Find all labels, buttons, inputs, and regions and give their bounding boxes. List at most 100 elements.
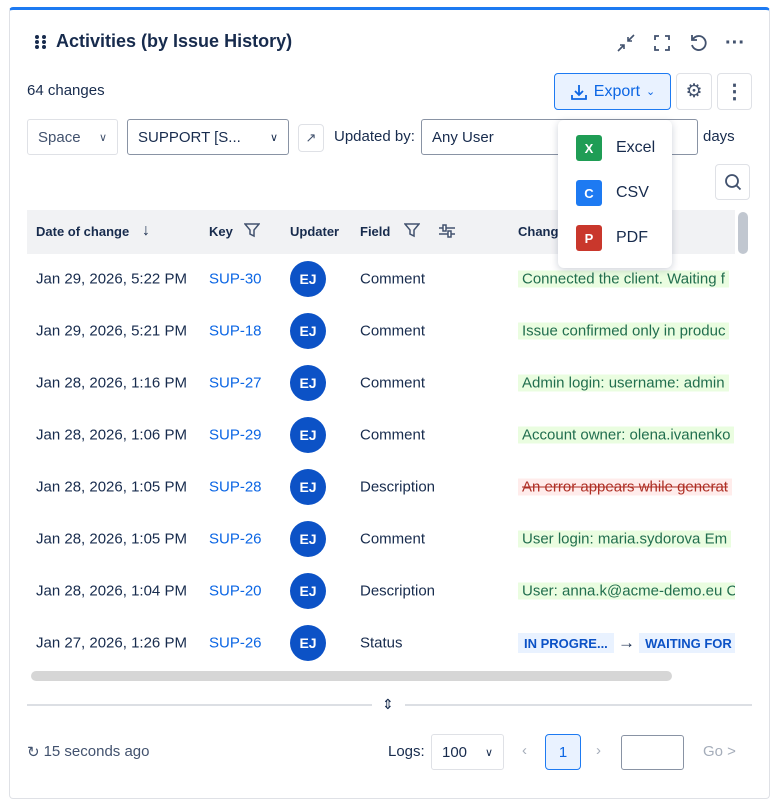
field-cell: Comment — [360, 322, 426, 340]
chevron-down-icon: ⌄ — [646, 86, 656, 98]
refreshed-text: 15 seconds ago — [43, 743, 150, 760]
date-cell: Jan 29, 2026, 5:21 PM — [36, 322, 187, 340]
space-selector[interactable]: Space ∨ — [27, 119, 118, 155]
column-field[interactable]: Field — [360, 224, 390, 239]
table-row: Jan 28, 2026, 1:16 PM SUP-27 EJ Comment … — [27, 357, 735, 409]
issue-key-link[interactable]: SUP-18 — [209, 323, 262, 340]
refresh-icon[interactable]: ↻ — [27, 743, 40, 761]
change-text: Issue confirmed only in produc — [518, 322, 730, 340]
avatar[interactable]: EJ — [290, 365, 326, 401]
issue-key-link[interactable]: SUP-29 — [209, 427, 262, 444]
field-cell: Comment — [360, 374, 426, 392]
export-csv[interactable]: C CSV — [576, 180, 649, 206]
page-input[interactable] — [621, 735, 684, 770]
field-cell: Comment — [360, 530, 426, 548]
column-updater[interactable]: Updater — [290, 224, 339, 239]
avatar[interactable]: EJ — [290, 313, 326, 349]
change-cell: Issue confirmed only in produc — [518, 322, 735, 340]
prev-page-button[interactable]: ‹ — [522, 742, 527, 759]
status-from-lozenge: IN PROGRE... — [518, 633, 614, 653]
next-page-button[interactable]: › — [596, 742, 601, 759]
kebab-menu-button[interactable]: ⋮ — [717, 73, 752, 110]
search-button[interactable] — [715, 164, 750, 200]
field-cell: Status — [360, 634, 403, 652]
change-text: Connected the client. Waiting f — [518, 270, 729, 288]
search-icon — [724, 174, 741, 191]
external-link-icon: ↗ — [305, 130, 317, 145]
change-cell: An error appears while generat — [518, 478, 735, 496]
field-cell: Comment — [360, 426, 426, 444]
arrow-right-icon: → — [617, 633, 635, 652]
field-cell: Description — [360, 478, 436, 496]
csv-file-icon: C — [576, 180, 602, 206]
change-cell: Connected the client. Waiting f — [518, 270, 735, 288]
table-row: Jan 27, 2026, 1:26 PM SUP-26 EJ Status I… — [27, 617, 735, 669]
chevron-down-icon: ∨ — [484, 746, 493, 759]
date-cell: Jan 29, 2026, 5:22 PM — [36, 270, 187, 288]
chevron-down-icon: ∨ — [269, 131, 278, 144]
issue-key-link[interactable]: SUP-20 — [209, 583, 262, 600]
settings-button[interactable]: ⚙ — [676, 73, 712, 110]
date-cell: Jan 28, 2026, 1:04 PM — [36, 582, 187, 600]
refresh-icon[interactable] — [687, 32, 709, 54]
column-key[interactable]: Key — [209, 224, 233, 239]
gear-icon: ⚙ — [685, 81, 703, 102]
issue-key-link[interactable]: SUP-28 — [209, 479, 262, 496]
more-icon[interactable]: ··· — [724, 32, 746, 54]
change-cell: User login: maria.sydorova Em — [518, 530, 735, 548]
space-value-select[interactable]: SUPPORT [S... ∨ — [127, 119, 289, 155]
change-cell: Account owner: olena.ivanenko — [518, 426, 735, 444]
avatar[interactable]: EJ — [290, 261, 326, 297]
menu-item-label: PDF — [616, 229, 648, 246]
export-button[interactable]: Export ⌄ — [554, 73, 671, 110]
sort-desc-icon[interactable]: ↓ — [142, 222, 150, 240]
drag-handle-icon[interactable] — [34, 34, 48, 50]
avatar[interactable]: EJ — [290, 469, 326, 505]
column-settings-icon[interactable] — [438, 222, 456, 243]
date-cell: Jan 28, 2026, 1:16 PM — [36, 374, 187, 392]
open-external-button[interactable]: ↗ — [298, 124, 324, 152]
space-value: SUPPORT [S... — [138, 128, 241, 146]
filter-icon[interactable] — [243, 222, 261, 241]
table-row: Jan 28, 2026, 1:04 PM SUP-20 EJ Descript… — [27, 565, 735, 617]
change-text: User login: maria.sydorova Em — [518, 530, 732, 548]
page-1-button[interactable]: 1 — [545, 734, 581, 770]
resize-handle-icon[interactable]: ⇕ — [382, 696, 394, 713]
status-to-lozenge: WAITING FOR CUSTOMER — [639, 633, 735, 653]
excel-file-icon: X — [576, 135, 602, 161]
updated-by-label: Updated by: — [334, 128, 415, 145]
issue-key-link[interactable]: SUP-30 — [209, 271, 262, 288]
fullscreen-icon[interactable] — [651, 32, 673, 54]
chevron-down-icon: ∨ — [98, 131, 107, 144]
logs-value: 100 — [442, 743, 468, 761]
avatar[interactable]: EJ — [290, 573, 326, 609]
date-cell: Jan 28, 2026, 1:05 PM — [36, 530, 187, 548]
divider — [405, 704, 752, 706]
avatar[interactable]: EJ — [290, 521, 326, 557]
export-excel[interactable]: X Excel — [576, 135, 655, 161]
go-button[interactable]: Go > — [703, 743, 736, 760]
column-date[interactable]: Date of change — [36, 224, 129, 239]
logs-select[interactable]: 100 ∨ — [431, 734, 504, 770]
export-pdf[interactable]: P PDF — [576, 225, 648, 251]
table-row: Jan 29, 2026, 5:21 PM SUP-18 EJ Comment … — [27, 305, 735, 357]
page-number: 1 — [558, 743, 568, 761]
export-menu: X Excel C CSV P PDF — [558, 120, 672, 268]
issue-key-link[interactable]: SUP-27 — [209, 375, 262, 392]
minimize-icon[interactable] — [615, 32, 637, 54]
pdf-file-icon: P — [576, 225, 602, 251]
issue-key-link[interactable]: SUP-26 — [209, 635, 262, 652]
change-text: Account owner: olena.ivanenko — [518, 426, 735, 444]
user-value: Any User — [432, 128, 494, 146]
logs-label: Logs: — [388, 743, 425, 760]
avatar[interactable]: EJ — [290, 417, 326, 453]
avatar[interactable]: EJ — [290, 625, 326, 661]
vertical-dots-icon: ⋮ — [724, 81, 745, 103]
change-text: Admin login: username: admin — [518, 374, 729, 392]
refresh-status: ↻ 15 seconds ago — [27, 743, 150, 761]
change-cell: IN PROGRE... → WAITING FOR CUSTOMER — [518, 633, 735, 653]
issue-key-link[interactable]: SUP-26 — [209, 531, 262, 548]
filter-icon[interactable] — [403, 222, 421, 241]
vertical-scrollbar[interactable] — [738, 212, 748, 254]
horizontal-scrollbar[interactable] — [31, 671, 672, 681]
